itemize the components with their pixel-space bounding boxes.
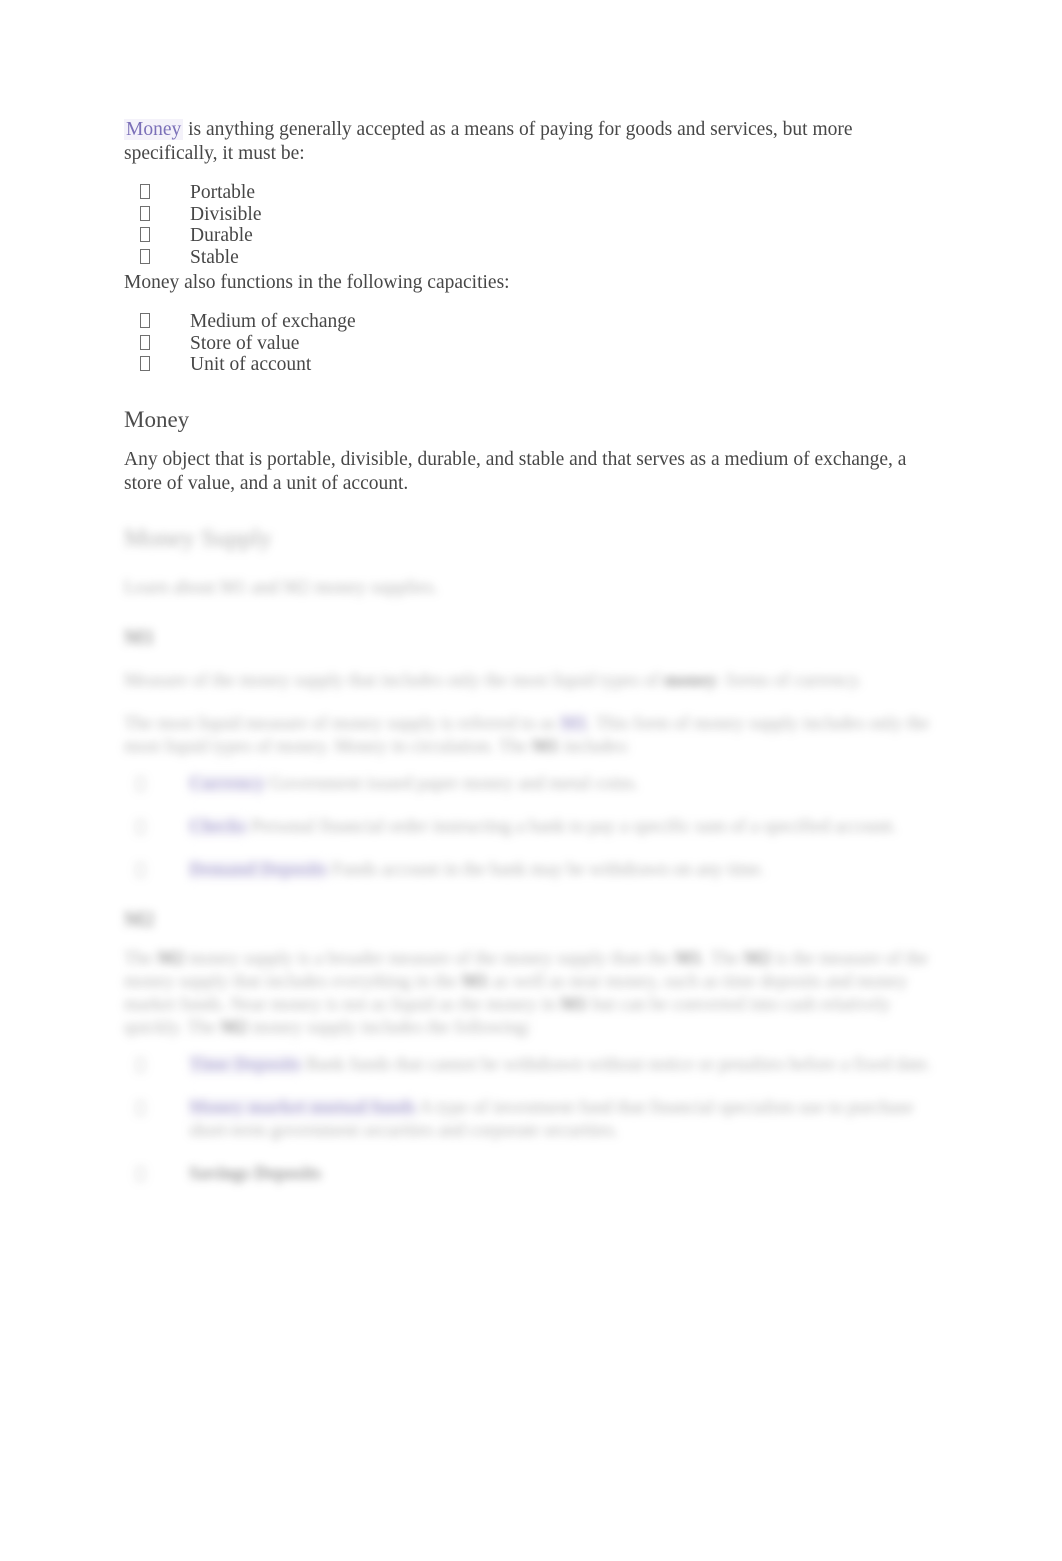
m2-strong-5: M1 xyxy=(560,994,587,1015)
list-item: Medium of exchange xyxy=(124,311,944,333)
list-item-label: Store of value xyxy=(190,332,300,354)
bullet-box-icon xyxy=(140,227,150,242)
intro-paragraph: Money is anything generally accepted as … xyxy=(124,118,944,166)
list-item: Stable xyxy=(124,247,944,269)
list-item-term[interactable]: Money market mutual funds xyxy=(189,1097,416,1118)
m2-strong-3: M2 xyxy=(743,948,771,969)
m1-intro-strong: money xyxy=(664,670,717,691)
m1-detail-link[interactable]: M1 xyxy=(560,713,587,734)
intro-paragraph-text: is anything generally accepted as a mean… xyxy=(124,119,853,164)
list-item-text: Government issued paper money and metal … xyxy=(264,773,639,794)
money-definition-heading: Money xyxy=(124,406,190,432)
m1-detail-text-a: The most liquid measure of money supply … xyxy=(124,713,561,734)
m1-detail-strong: M1 xyxy=(531,736,559,757)
list-item: Unit of account xyxy=(124,354,944,376)
list-item-label: Unit of account xyxy=(190,354,312,375)
list-item-term[interactable]: Time Deposits xyxy=(189,1054,302,1075)
bullet-box-icon xyxy=(136,1166,145,1181)
m2-paragraph: The M2 money supply is a broader measure… xyxy=(124,948,944,1040)
list-item-text: Personal financial order instructing a b… xyxy=(246,816,897,837)
bullet-box-icon xyxy=(136,862,145,877)
m1-intro-text-a: Measure of the money supply that include… xyxy=(124,670,665,691)
bullet-box-icon xyxy=(136,1057,145,1072)
list-item-label: Stable xyxy=(190,246,239,268)
m1-components-list: Currency Government issued paper money a… xyxy=(124,773,944,882)
m2-text-b: money supply is a broader measure of the… xyxy=(184,948,675,969)
list-item-body: Money market mutual funds A type of inve… xyxy=(189,1097,944,1143)
list-item: Savings Deposits xyxy=(124,1163,944,1186)
m2-text-a: The xyxy=(124,948,158,969)
list-item: Time Deposits Bank funds that cannot be … xyxy=(124,1054,944,1077)
list-item-term[interactable]: Checks xyxy=(189,816,247,837)
list-item-term[interactable]: Savings Deposits xyxy=(189,1164,321,1184)
list-item: Durable xyxy=(124,225,944,247)
money-properties-list: Portable Divisible Durable Stable xyxy=(124,182,944,268)
bullet-box-icon xyxy=(136,819,145,834)
m1-intro-paragraph: Measure of the money supply that include… xyxy=(124,670,944,693)
m2-strong-2: M1 xyxy=(674,948,702,969)
bullet-box-icon xyxy=(140,313,150,328)
money-supply-heading: Money Supply xyxy=(124,524,272,552)
document-page: Money is anything generally accepted as … xyxy=(0,0,1062,1561)
bullet-box-icon xyxy=(140,356,150,371)
list-item-body: Demand Deposits Funds account in the ban… xyxy=(189,859,765,882)
m1-intro-text-b: : forms of currency. xyxy=(716,670,863,691)
list-item-term[interactable]: Demand Deposits xyxy=(189,859,328,880)
m2-strong-6: M2 xyxy=(220,1017,248,1038)
money-term-link[interactable]: Money xyxy=(124,119,184,140)
m2-heading: M2 xyxy=(124,906,155,931)
bullet-box-icon xyxy=(140,334,150,350)
list-item: Money market mutual funds A type of inve… xyxy=(124,1097,944,1143)
list-item: Demand Deposits Funds account in the ban… xyxy=(124,859,944,882)
money-supply-subtitle: Learn about M1 and M2 money supplies. xyxy=(124,576,438,598)
list-item-term[interactable]: Currency xyxy=(189,773,265,794)
m2-text-g: money supply includes the following: xyxy=(247,1017,532,1038)
m2-strong-1: M2 xyxy=(157,948,185,969)
m1-detail-paragraph: The most liquid measure of money supply … xyxy=(124,713,944,759)
functions-lead-text: Money also functions in the following ca… xyxy=(124,272,510,293)
m2-text-c: . The xyxy=(701,948,744,969)
list-item: Store of value xyxy=(124,333,944,355)
money-definition-body: Any object that is portable, divisible, … xyxy=(124,448,907,494)
money-functions-list: Medium of exchange Store of value Unit o… xyxy=(124,311,944,376)
bullet-box-icon xyxy=(136,1100,145,1115)
bullet-box-icon xyxy=(140,248,150,264)
money-supply-section: Money Supply Learn about M1 and M2 money… xyxy=(124,524,944,1186)
list-item-text: Bank funds that cannot be withdrawn with… xyxy=(301,1054,932,1075)
list-item-body: Checks Personal financial order instruct… xyxy=(189,816,897,839)
list-item-label: Durable xyxy=(190,225,253,246)
bullet-box-icon xyxy=(140,184,150,199)
list-item-body: Savings Deposits xyxy=(189,1163,321,1186)
m1-detail-text-c: includes: xyxy=(558,736,631,757)
list-item: Checks Personal financial order instruct… xyxy=(124,816,944,839)
bullet-box-icon xyxy=(136,776,145,791)
m1-heading: M1 xyxy=(124,624,155,649)
list-item: Currency Government issued paper money a… xyxy=(124,773,944,796)
bullet-box-icon xyxy=(140,205,150,221)
m2-components-list: Time Deposits Bank funds that cannot be … xyxy=(124,1054,944,1186)
document-content: Money is anything generally accepted as … xyxy=(124,118,944,1186)
list-item: Portable xyxy=(124,182,944,204)
list-item-text: Funds account in the bank may be withdra… xyxy=(327,859,765,880)
list-item-body: Currency Government issued paper money a… xyxy=(189,773,639,796)
m2-strong-4: M1 xyxy=(461,971,489,992)
list-item-label: Portable xyxy=(190,182,255,203)
list-item-label: Medium of exchange xyxy=(190,311,356,332)
list-item: Divisible xyxy=(124,204,944,226)
list-item-body: Time Deposits Bank funds that cannot be … xyxy=(189,1054,932,1077)
list-item-label: Divisible xyxy=(190,203,262,225)
